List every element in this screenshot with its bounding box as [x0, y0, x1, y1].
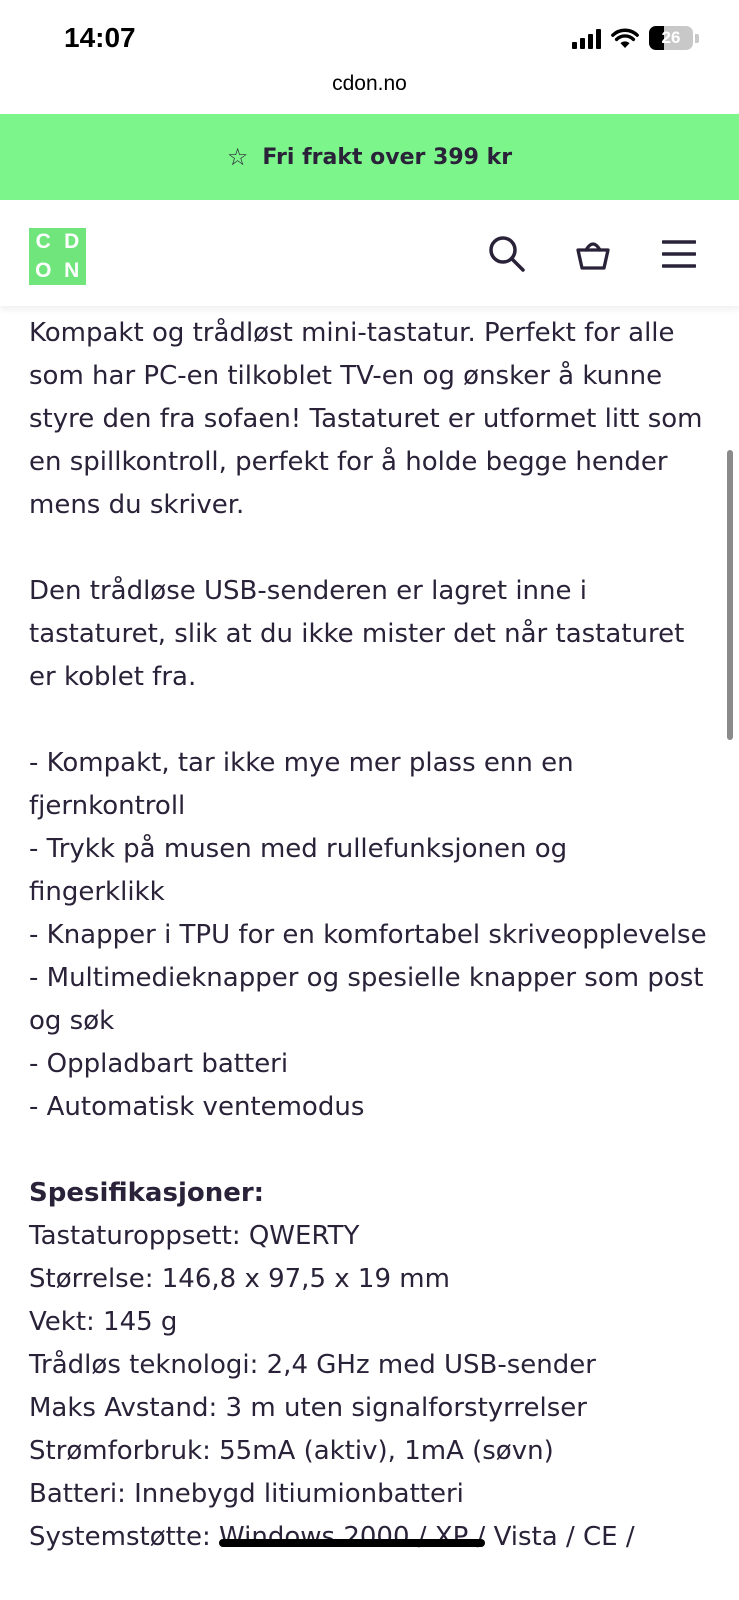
feature-item: - Multimedieknapper og spesielle knapper… — [29, 963, 704, 1036]
spec-item: Tastaturoppsett: QWERTY — [29, 1221, 360, 1251]
feature-item: - Knapper i TPU for en komfortabel skriv… — [29, 920, 707, 950]
product-description: Kompakt og trådløst mini-tastatur. Perfe… — [29, 312, 709, 1559]
description-paragraph: Kompakt og trådløst mini-tastatur. Perfe… — [29, 318, 703, 520]
spec-item: Trådløs teknologi: 2,4 GHz med USB-sende… — [29, 1350, 596, 1380]
header-actions — [487, 234, 699, 274]
status-icons: 26 — [572, 26, 699, 50]
site-header: C D O N — [0, 200, 739, 306]
promo-banner: ☆ Fri frakt over 399 kr — [0, 114, 739, 200]
basket-button[interactable] — [573, 234, 613, 274]
search-button[interactable] — [487, 234, 527, 274]
logo-letter: N — [64, 258, 80, 282]
system-rest: Vista / CE / — [485, 1522, 635, 1552]
scrollbar[interactable] — [727, 450, 733, 740]
search-icon — [489, 236, 525, 272]
menu-icon — [662, 240, 696, 268]
status-bar: 14:07 26 — [0, 0, 739, 80]
star-icon: ☆ — [226, 143, 249, 171]
feature-item: - Trykk på musen med rullefunksjonen og … — [29, 834, 568, 907]
logo-letter: O — [35, 258, 52, 282]
spec-heading: Spesifikasjoner: — [29, 1178, 265, 1208]
logo-letter: D — [64, 230, 80, 254]
system-label: Systemstøtte: — [29, 1522, 220, 1552]
basket-icon — [576, 242, 610, 270]
feature-item: - Oppladbart batteri — [29, 1049, 289, 1079]
url-bar[interactable]: cdon.no — [0, 72, 739, 112]
description-paragraph: Den trådløse USB-senderen er lagret inne… — [29, 576, 685, 692]
promo-text: Fri frakt over 399 kr — [262, 144, 513, 170]
spec-item-system: Systemstøtte: Windows 2000 / XP / Vista … — [29, 1516, 709, 1559]
wifi-icon — [611, 27, 639, 49]
spec-item: Strømforbruk: 55mA (aktiv), 1mA (søvn) — [29, 1436, 554, 1466]
battery-icon: 26 — [649, 26, 693, 50]
feature-item: - Kompakt, tar ikke mye mer plass enn en… — [29, 748, 574, 821]
signal-icon — [572, 27, 601, 49]
spec-item: Vekt: 145 g — [29, 1307, 178, 1337]
spec-item: Størrelse: 146,8 x 97,5 x 19 mm — [29, 1264, 450, 1294]
menu-button[interactable] — [659, 234, 699, 274]
feature-item: - Automatisk ventemodus — [29, 1092, 365, 1122]
logo-letter: C — [35, 230, 51, 254]
battery-level: 26 — [661, 28, 681, 47]
cdon-logo[interactable]: C D O N — [29, 228, 86, 285]
status-time: 14:07 — [64, 22, 136, 53]
spec-item: Batteri: Innebygd litiumionbatteri — [29, 1479, 464, 1509]
spec-item: Maks Avstand: 3 m uten signalforstyrrels… — [29, 1393, 587, 1423]
system-struck-text: Windows 2000 / XP / — [219, 1522, 486, 1552]
